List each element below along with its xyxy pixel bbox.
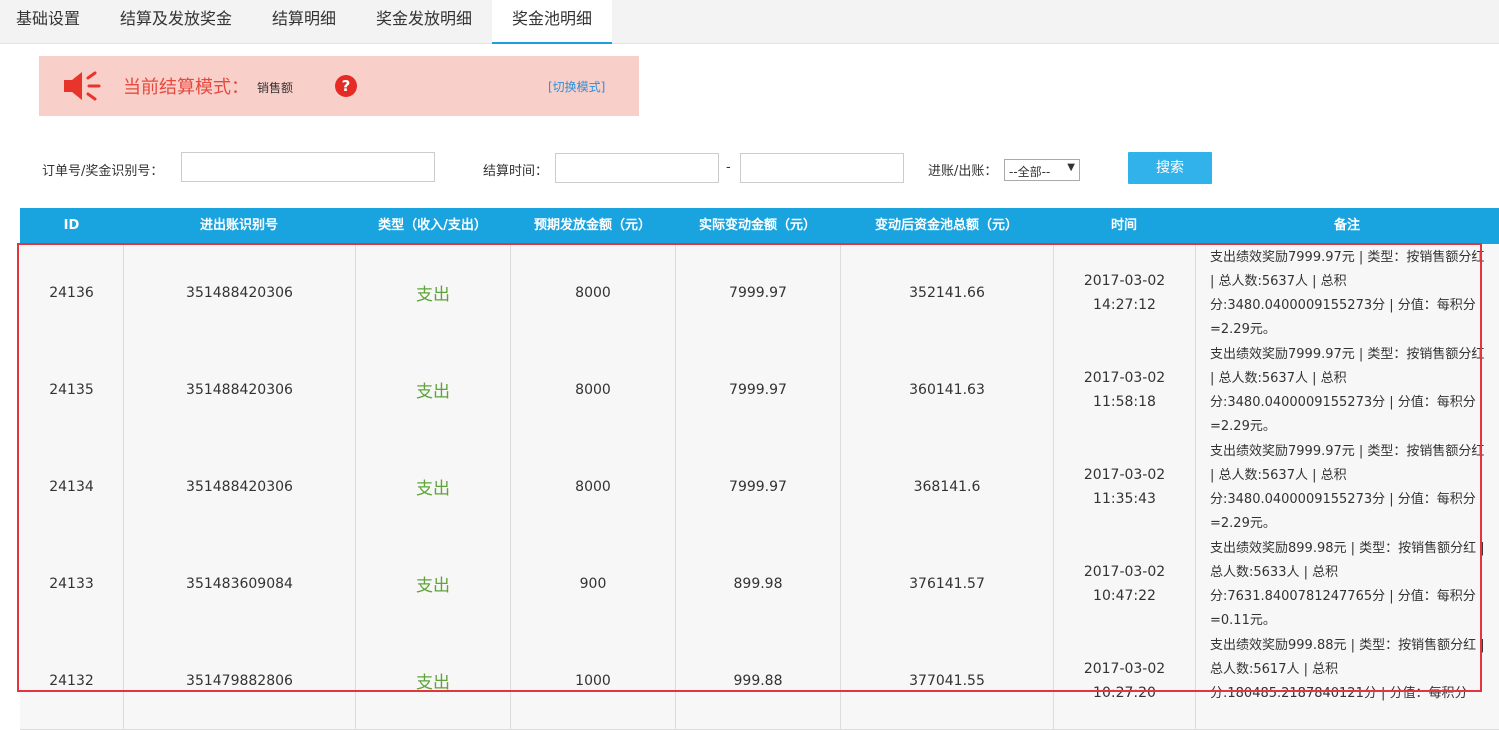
cell-remark: 支出绩效奖励999.88元 | 类型：按销售额分红 | 总人数:5617人 | … <box>1210 638 1485 701</box>
cell-code: 351479882806 <box>124 632 356 729</box>
cell-type: 支出 <box>356 244 511 341</box>
cell-actual: 7999.97 <box>676 244 841 341</box>
tab-settle-and-pay[interactable]: 结算及发放奖金 <box>100 0 252 43</box>
cell-date: 2017-03-02 <box>1083 660 1166 677</box>
cell-pool-total: 376141.57 <box>841 535 1054 632</box>
cell-code: 351483609084 <box>124 535 356 632</box>
cell-code: 351488420306 <box>124 438 356 535</box>
cell-clock: 11:35:43 <box>1093 490 1156 507</box>
search-button[interactable]: 搜索 <box>1128 152 1212 184</box>
cell-date: 2017-03-02 <box>1083 272 1166 289</box>
column-header-remark: 备注 <box>1333 218 1360 233</box>
cell-expected: 1000 <box>511 632 676 729</box>
tab-basic-settings[interactable]: 基础设置 <box>0 0 96 43</box>
cell-actual: 999.88 <box>676 632 841 729</box>
inout-selected-value: --全部-- <box>1009 165 1051 179</box>
cell-expected: 8000 <box>511 341 676 438</box>
cell-remark: 支出绩效奖励899.98元 | 类型：按销售额分红 | 总人数:5633人 | … <box>1210 541 1485 628</box>
cell-expected: 8000 <box>511 438 676 535</box>
cell-pool-total: 360141.63 <box>841 341 1054 438</box>
cell-code: 351488420306 <box>124 341 356 438</box>
tab-bonus-pool-details[interactable]: 奖金池明细 <box>492 0 612 44</box>
inout-filter-label: 进账/出账： <box>928 164 998 179</box>
column-header-pool-total: 变动后资金池总额（元） <box>874 218 1018 233</box>
cell-pool-total: 368141.6 <box>841 438 1054 535</box>
table-row: 24135 351488420306 支出 8000 7999.97 36014… <box>20 341 1499 439</box>
mode-value: 销售额 <box>257 81 294 95</box>
settlement-mode-notice: 当前结算模式： 销售额 ? [切换模式] <box>39 56 639 116</box>
cell-time: 2017-03-02 11:35:43 <box>1054 438 1196 535</box>
cell-time: 2017-03-02 10:47:22 <box>1054 535 1196 632</box>
settle-time-end-input[interactable] <box>740 153 904 183</box>
cell-time: 2017-03-02 14:27:12 <box>1054 244 1196 341</box>
cell-clock: 10:47:22 <box>1093 587 1156 604</box>
cell-expected: 900 <box>511 535 676 632</box>
order-search-input[interactable] <box>181 152 435 182</box>
cell-code: 351488420306 <box>124 244 356 341</box>
table-row: 24133 351483609084 支出 900 899.98 376141.… <box>20 535 1499 633</box>
column-header-code: 进出账识别号 <box>199 218 278 233</box>
cell-pool-total: 377041.55 <box>841 632 1054 729</box>
column-header-id: ID <box>63 218 80 233</box>
cell-id: 24134 <box>20 438 124 535</box>
cell-remark: 支出绩效奖励7999.97元 | 类型：按销售额分红 | 总人数:5637人 |… <box>1210 250 1485 337</box>
cell-pool-total: 352141.66 <box>841 244 1054 341</box>
time-range-separator: - <box>726 160 731 175</box>
column-header-expected: 预期发放金额（元） <box>533 218 651 233</box>
cell-date: 2017-03-02 <box>1083 563 1166 580</box>
tab-bar: 基础设置 结算及发放奖金 结算明细 奖金发放明细 奖金池明细 <box>0 0 1499 44</box>
mode-title: 当前结算模式： <box>123 77 249 98</box>
settle-time-start-input[interactable] <box>555 153 719 183</box>
cell-id: 24133 <box>20 535 124 632</box>
cell-id: 24136 <box>20 244 124 341</box>
cell-time: 2017-03-02 11:58:18 <box>1054 341 1196 438</box>
tab-settle-details[interactable]: 结算明细 <box>252 0 356 43</box>
cell-expected: 8000 <box>511 244 676 341</box>
cell-type: 支出 <box>356 632 511 729</box>
cell-clock: 10:27:20 <box>1093 684 1156 701</box>
cell-remark: 支出绩效奖励7999.97元 | 类型：按销售额分红 | 总人数:5637人 |… <box>1210 444 1485 531</box>
cell-type: 支出 <box>356 438 511 535</box>
switch-mode-link[interactable]: [切换模式] <box>548 78 605 95</box>
table-row: 24134 351488420306 支出 8000 7999.97 36814… <box>20 438 1499 536</box>
cell-remark: 支出绩效奖励7999.97元 | 类型：按销售额分红 | 总人数:5637人 |… <box>1210 347 1485 434</box>
cell-date: 2017-03-02 <box>1083 369 1166 386</box>
cell-type: 支出 <box>356 535 511 632</box>
cell-clock: 11:58:18 <box>1093 393 1156 410</box>
inout-filter-select[interactable]: --全部-- ▼ <box>1004 159 1080 181</box>
question-icon[interactable]: ? <box>335 75 357 97</box>
column-header-type: 类型（收入/支出） <box>378 218 487 233</box>
cell-actual: 7999.97 <box>676 438 841 535</box>
cell-actual: 899.98 <box>676 535 841 632</box>
speaker-icon <box>64 71 101 101</box>
table-row: 24132 351479882806 支出 1000 999.88 377041… <box>20 632 1499 730</box>
table-header: ID 进出账识别号 类型（收入/支出） 预期发放金额（元） 实际变动金额（元） … <box>20 208 1499 244</box>
cell-id: 24135 <box>20 341 124 438</box>
cell-clock: 14:27:12 <box>1093 296 1156 313</box>
cell-time: 2017-03-02 10:27:20 <box>1054 632 1196 729</box>
dropdown-arrow-icon: ▼ <box>1067 162 1075 173</box>
cell-type: 支出 <box>356 341 511 438</box>
order-search-label: 订单号/奖金识别号： <box>42 164 164 179</box>
column-header-actual: 实际变动金额（元） <box>698 218 816 233</box>
settle-time-label: 结算时间： <box>483 164 549 179</box>
cell-actual: 7999.97 <box>676 341 841 438</box>
cell-date: 2017-03-02 <box>1083 466 1166 483</box>
table-row: 24136 351488420306 支出 8000 7999.97 35214… <box>20 244 1499 342</box>
tab-bonus-payout-details[interactable]: 奖金发放明细 <box>356 0 492 43</box>
column-header-time: 时间 <box>1110 218 1137 233</box>
cell-id: 24132 <box>20 632 124 729</box>
